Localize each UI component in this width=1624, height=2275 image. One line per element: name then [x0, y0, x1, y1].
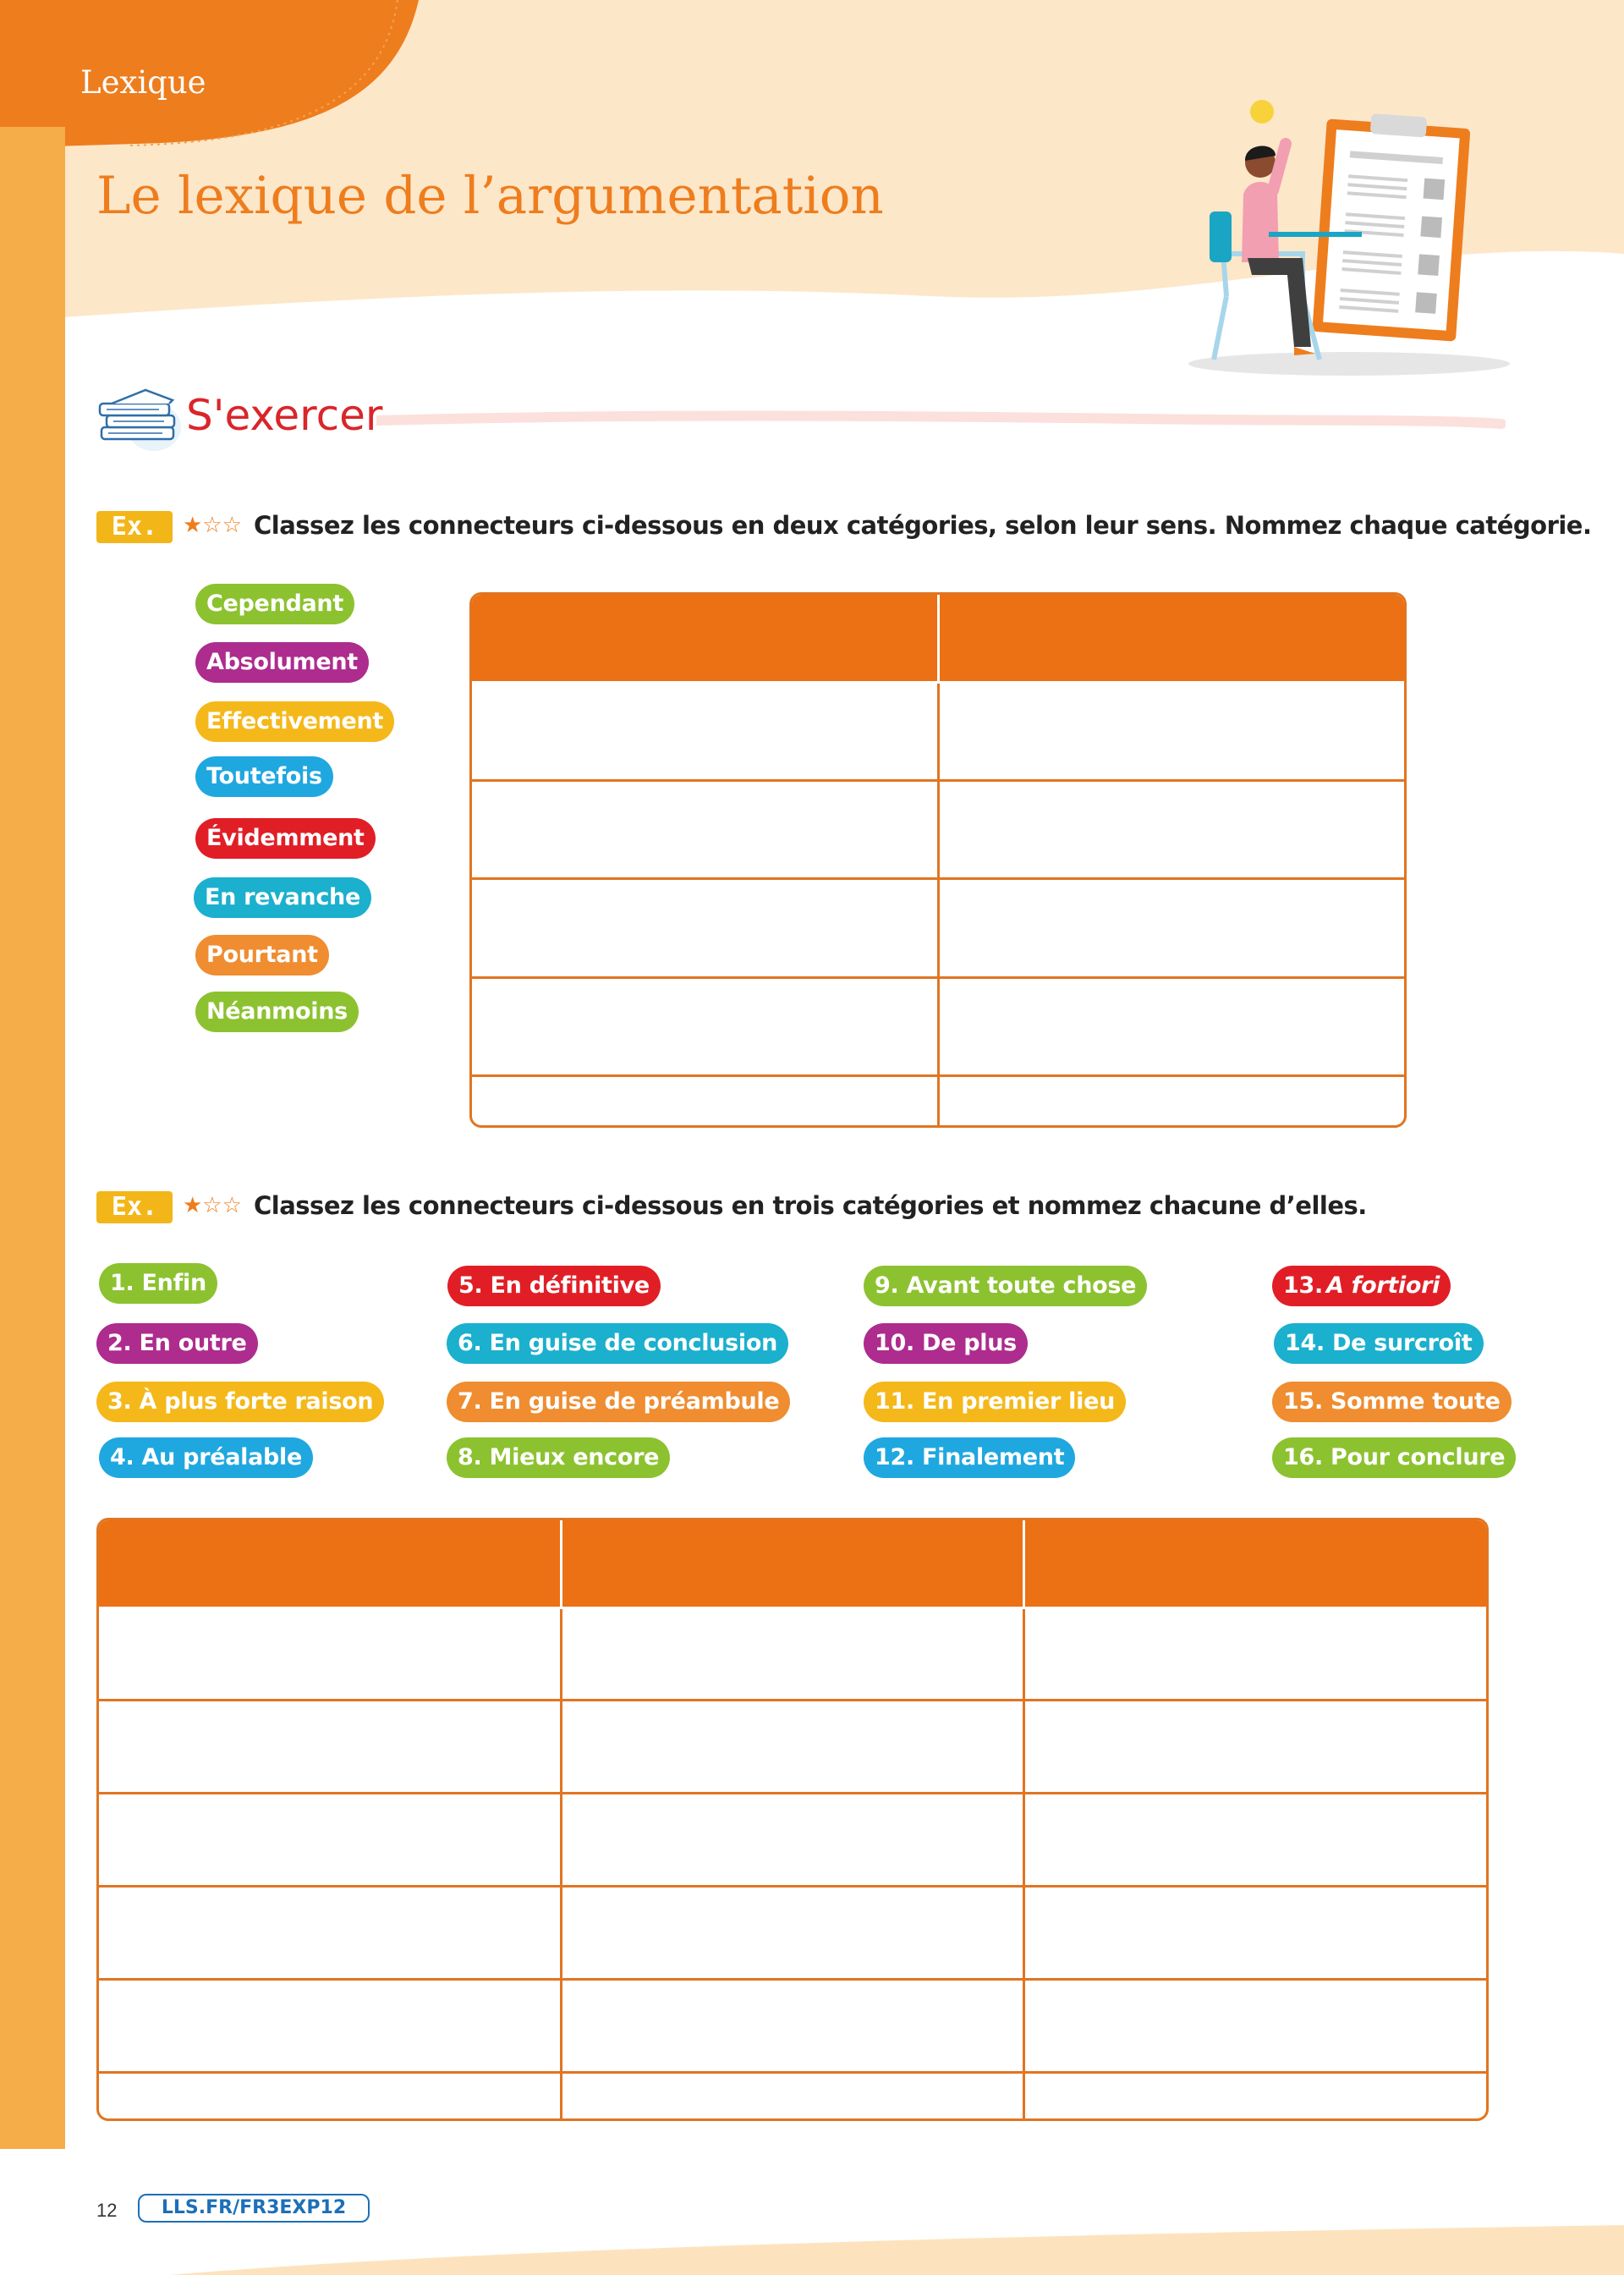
ex2-cell[interactable] [560, 2070, 1025, 2118]
ex2-word-13-number: 13. [1283, 1272, 1323, 1299]
ex1-cell[interactable] [936, 975, 1404, 1078]
ex2-cell[interactable] [1022, 1606, 1486, 1702]
ex1-word-neanmoins[interactable]: Néanmoins [195, 992, 359, 1032]
ex2-word-15[interactable]: 15. Somme toute [1272, 1382, 1512, 1422]
ex2-cell[interactable] [99, 2070, 563, 2118]
ex2-word-1[interactable]: 1. Enfin [99, 1263, 217, 1304]
ex2-word-12[interactable]: 12. Finalement [864, 1437, 1076, 1478]
ex2-cell[interactable] [1022, 1699, 1486, 1795]
ex1-cell[interactable] [936, 1074, 1404, 1125]
ex1-difficulty-stars: ★☆☆ [183, 512, 242, 537]
ex1-word-effectivement[interactable]: Effectivement [195, 701, 395, 742]
ex1-word-evidemment[interactable]: Évidemment [195, 818, 376, 859]
ex2-category-header-1[interactable] [99, 1520, 563, 1609]
ex1-cell[interactable] [472, 877, 940, 979]
section-label: Lexique [80, 64, 206, 101]
ex1-category-header-2[interactable] [936, 595, 1404, 684]
ex2-cell[interactable] [560, 1606, 1025, 1702]
ex2-cell[interactable] [99, 1884, 563, 1981]
ex2-cell[interactable] [560, 1699, 1025, 1795]
ex1-cell[interactable] [472, 680, 940, 782]
ex1-cell[interactable] [472, 1074, 940, 1125]
ex1-word-cependant[interactable]: Cependant [195, 584, 354, 624]
ex2-word-4[interactable]: 4. Au préalable [99, 1437, 314, 1478]
ex2-word-3[interactable]: 3. À plus forte raison [96, 1382, 385, 1422]
ex2-category-header-2[interactable] [560, 1520, 1025, 1609]
left-margin-bar [0, 127, 65, 2149]
ex2-cell[interactable] [560, 1792, 1025, 1888]
ex2-word-10[interactable]: 10. De plus [864, 1323, 1028, 1364]
books-icon [98, 388, 181, 451]
ex1-badge: Ex. 1 [96, 511, 173, 574]
ex1-word-pourtant[interactable]: Pourtant [195, 935, 329, 975]
ex2-cell[interactable] [1022, 2070, 1486, 2118]
heading-underline [376, 410, 1506, 429]
ex2-word-13-italic: A fortiori [1325, 1272, 1440, 1299]
ex1-cell[interactable] [472, 975, 940, 1078]
ex2-difficulty-stars: ★☆☆ [183, 1192, 242, 1217]
ex2-word-7[interactable]: 7. En guise de préambule [447, 1382, 791, 1422]
ex1-cell[interactable] [936, 778, 1404, 881]
ex2-cell[interactable] [99, 1699, 563, 1795]
ex2-word-11[interactable]: 11. En premier lieu [864, 1382, 1127, 1422]
ex2-word-16[interactable]: 16. Pour conclure [1272, 1437, 1517, 1478]
ex2-word-13[interactable]: 13. A fortiori [1272, 1266, 1451, 1306]
ex2-word-2[interactable]: 2. En outre [96, 1323, 258, 1364]
ex2-answer-table [96, 1518, 1489, 2121]
student-checklist-illustration [1188, 100, 1510, 376]
ex2-cell[interactable] [1022, 1792, 1486, 1888]
page-number: 12 [96, 2200, 118, 2221]
ex2-cell[interactable] [99, 1977, 563, 2074]
ex1-word-toutefois[interactable]: Toutefois [195, 756, 333, 797]
ex2-cell[interactable] [1022, 1884, 1486, 1981]
ex1-cell[interactable] [936, 680, 1404, 782]
ex2-cell[interactable] [99, 1792, 563, 1888]
page-title: Le lexique de l’argumentation [96, 166, 884, 226]
exercise-heading: S'exercer [186, 391, 383, 440]
ex2-cell[interactable] [560, 1884, 1025, 1981]
ex1-cell[interactable] [472, 778, 940, 881]
ex2-word-6[interactable]: 6. En guise de conclusion [447, 1323, 788, 1364]
ex2-instruction: Classez les connecteurs ci-dessous en tr… [254, 1191, 1367, 1220]
ex1-word-absolument[interactable]: Absolument [195, 642, 369, 683]
resource-link[interactable]: LLS.FR/FR3EXP12 [138, 2194, 370, 2223]
ex2-cell[interactable] [560, 1977, 1025, 2074]
ex2-cell[interactable] [1022, 1977, 1486, 2074]
ex1-word-en-revanche[interactable]: En revanche [194, 877, 371, 918]
ex1-answer-table [469, 592, 1407, 1128]
ex2-word-8[interactable]: 8. Mieux encore [447, 1437, 671, 1478]
ex1-category-header-1[interactable] [472, 595, 940, 684]
ex2-cell[interactable] [99, 1606, 563, 1702]
ex2-category-header-3[interactable] [1022, 1520, 1486, 1609]
ex1-instruction: Classez les connecteurs ci-dessous en de… [254, 511, 1592, 540]
ex2-word-5[interactable]: 5. En définitive [447, 1266, 661, 1306]
ex2-word-14[interactable]: 14. De surcroît [1274, 1323, 1484, 1364]
ex2-badge: Ex. 2 [96, 1191, 173, 1254]
ex2-word-9[interactable]: 9. Avant toute chose [864, 1266, 1148, 1306]
ex1-cell[interactable] [936, 877, 1404, 979]
